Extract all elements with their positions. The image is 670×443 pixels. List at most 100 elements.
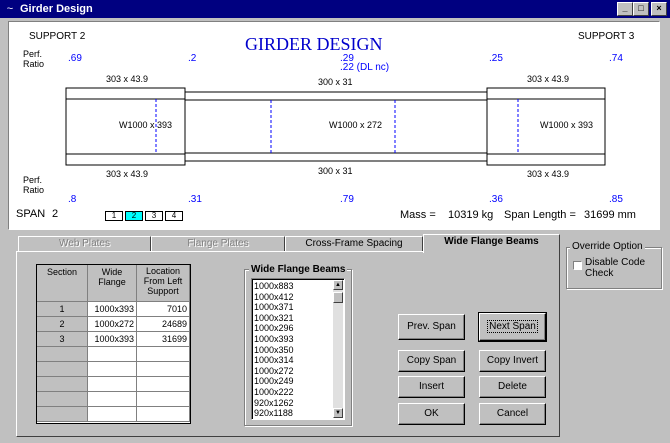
grid-cell: [37, 377, 88, 392]
grid-cell[interactable]: [88, 377, 137, 392]
list-item[interactable]: 1000x393: [254, 334, 294, 344]
span-tab-3[interactable]: 3: [145, 211, 163, 221]
span-label: SPAN: [16, 208, 46, 220]
insert-label: Insert: [418, 381, 444, 392]
girder-drawing: SUPPORT 2 SUPPORT 3 GIRDER DESIGN Perf. …: [8, 21, 660, 230]
list-item[interactable]: 920x1188: [254, 408, 293, 418]
mass-label: Mass =: [400, 209, 436, 221]
top-ratio: .25: [489, 53, 503, 64]
span-tab-2[interactable]: 2: [125, 211, 143, 221]
scroll-up-icon[interactable]: ▲: [333, 280, 343, 290]
insert-button[interactable]: Insert: [398, 376, 465, 398]
tab-cross-frame-spacing[interactable]: Cross-Frame Spacing: [285, 236, 423, 252]
bottom-plate-label: 300 x 31: [318, 166, 353, 176]
span-tab-4[interactable]: 4: [165, 211, 183, 221]
grid-cell[interactable]: 1000x272: [88, 317, 137, 332]
bottom-ratio: .31: [188, 194, 202, 205]
prev-span-button[interactable]: Prev. Span: [398, 314, 465, 340]
section-grid[interactable]: Section Wide Flange Location From Left S…: [36, 264, 191, 424]
copy-invert-label: Copy Invert: [486, 355, 539, 366]
grid-cell[interactable]: 24689: [137, 317, 190, 332]
grid-cell: 1: [37, 302, 88, 317]
copy-span-label: Copy Span: [406, 355, 457, 366]
bottom-plate-label: 303 x 43.9: [527, 169, 570, 179]
grid-cell[interactable]: [137, 362, 190, 377]
disable-code-check-checkbox[interactable]: [573, 261, 582, 270]
copy-span-button[interactable]: Copy Span: [398, 350, 465, 372]
next-span-button[interactable]: Next Span: [478, 312, 547, 342]
tab-web-plates[interactable]: Web Plates: [18, 236, 151, 252]
dl-nc-note: .22 (DL nc): [340, 62, 390, 73]
ok-button[interactable]: OK: [398, 403, 465, 425]
grid-cell[interactable]: [137, 347, 190, 362]
support-right-label: SUPPORT 3: [578, 31, 635, 42]
minimize-button[interactable]: _: [617, 2, 633, 16]
grid-cell[interactable]: [88, 392, 137, 407]
grid-cell[interactable]: 1000x393: [88, 332, 137, 347]
grid-cell[interactable]: 7010: [137, 302, 190, 317]
delete-label: Delete: [498, 381, 527, 392]
list-item[interactable]: 1000x314: [254, 355, 294, 365]
top-ratio: .2: [188, 53, 197, 64]
grid-cell: [37, 347, 88, 362]
copy-invert-button[interactable]: Copy Invert: [479, 350, 546, 372]
wide-flange-beams-title: Wide Flange Beams: [249, 264, 348, 275]
title-bar: ~ Girder Design _ □ ×: [0, 0, 670, 18]
grid-cell[interactable]: [137, 377, 190, 392]
list-item[interactable]: 1000x883: [254, 281, 294, 291]
disable-code-check-label[interactable]: Disable Code Check: [585, 257, 655, 279]
grid-cell: 3: [37, 332, 88, 347]
bottom-ratio: .79: [340, 194, 354, 205]
grid-header-location: Location From Left Support: [137, 265, 190, 302]
override-option-title: Override Option: [570, 241, 645, 252]
top-plate-label: 303 x 43.9: [527, 74, 570, 84]
list-item[interactable]: 1000x321: [254, 313, 294, 323]
list-item[interactable]: 1000x371: [254, 302, 294, 312]
grid-header-section: Section: [37, 265, 88, 302]
top-plate-label: 303 x 43.9: [106, 74, 149, 84]
top-ratio: .69: [68, 53, 82, 64]
mass-value: 10319 kg: [448, 209, 494, 221]
grid-cell: 2: [37, 317, 88, 332]
bottom-ratio: .8: [68, 194, 77, 205]
scroll-down-icon[interactable]: ▼: [333, 408, 343, 418]
ratio-label-top: Ratio: [23, 59, 45, 69]
grid-cell[interactable]: [88, 407, 137, 422]
list-item[interactable]: 1000x412: [254, 292, 294, 302]
span-length-value: 31699 mm: [584, 209, 636, 221]
span-number: 2: [52, 208, 59, 220]
list-item[interactable]: 920x1262: [254, 398, 294, 408]
list-item[interactable]: 1000x222: [254, 387, 294, 397]
close-button[interactable]: ×: [651, 2, 667, 16]
wide-flange-beams-list[interactable]: 1000x883 1000x412 1000x371 1000x321 1000x296…: [251, 278, 345, 420]
grid-cell[interactable]: 31699: [137, 332, 190, 347]
tab-flange-plates[interactable]: Flange Plates: [151, 236, 285, 252]
cancel-button[interactable]: Cancel: [479, 403, 546, 425]
list-scrollbar[interactable]: ▲ ▼: [333, 280, 343, 418]
support-left-label: SUPPORT 2: [29, 31, 86, 42]
scroll-thumb[interactable]: [333, 292, 343, 303]
delete-button[interactable]: Delete: [479, 376, 546, 398]
grid-cell[interactable]: [88, 347, 137, 362]
top-plate-label: 300 x 31: [318, 77, 353, 87]
span-tab-1[interactable]: 1: [105, 211, 123, 221]
next-span-label: Next Span: [487, 320, 538, 333]
list-item[interactable]: 1000x296: [254, 323, 294, 333]
grid-cell[interactable]: [88, 362, 137, 377]
bottom-plate-label: 303 x 43.9: [106, 169, 149, 179]
grid-cell[interactable]: 1000x393: [88, 302, 137, 317]
list-item[interactable]: 1000x249: [254, 376, 294, 386]
list-item[interactable]: 1000x272: [254, 366, 294, 376]
list-item[interactable]: 1000x350: [254, 345, 294, 355]
web-label: W1000 x 393: [540, 120, 594, 130]
tab-wide-flange-beams[interactable]: Wide Flange Beams: [423, 234, 560, 253]
grid-cell[interactable]: [137, 407, 190, 422]
grid-cell[interactable]: [137, 392, 190, 407]
maximize-button[interactable]: □: [633, 2, 649, 16]
web-label: W1000 x 393: [119, 120, 173, 130]
top-ratio: .74: [609, 53, 623, 64]
drawing-title: GIRDER DESIGN: [245, 34, 383, 54]
ratio-label-bottom: Ratio: [23, 185, 45, 195]
grid-cell: [37, 407, 88, 422]
grid-header-wide-flange: Wide Flange: [88, 265, 137, 302]
